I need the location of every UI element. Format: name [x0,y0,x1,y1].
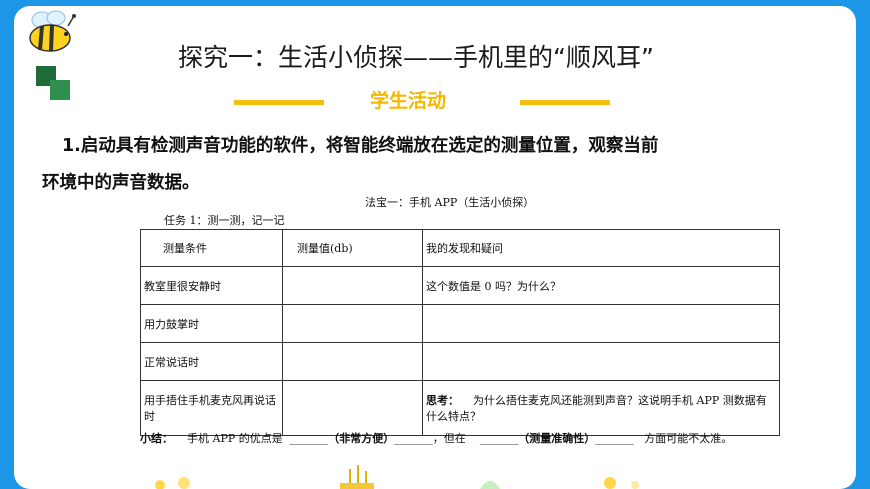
measurement-table: 测量条件 测量值(db) 我的发现和疑问 教室里很安静时 这个数值是 0 吗？为… [140,229,780,436]
cell-condition: 正常说话时 [140,342,283,381]
table-header-row: 测量条件 测量值(db) 我的发现和疑问 [140,229,780,267]
table-row: 用力鼓掌时 [140,304,780,343]
table-row: 用手捂住手机麦克风再说话时 思考： 为什么捂住麦克风还能测到声音？这说明手机 A… [140,380,780,436]
table-row: 教室里很安静时 这个数值是 0 吗？为什么？ [140,266,780,305]
worksheet-heading: 法宝一：手机 APP（生活小侦探） [365,196,535,209]
bee-icon [29,10,76,52]
summary-text: 小结： 手机 APP 的优点是 _______（非常方便）_______，但在 … [140,431,790,447]
cell-condition: 用手捂住手机麦克风再说话时 [140,380,283,436]
cell-condition: 教室里很安静时 [140,266,283,305]
summary-label: 小结： [140,432,173,445]
summary-blank-4[interactable]: _______ [595,432,634,445]
cell-notes: 思考： 为什么捂住麦克风还能测到声音？这说明手机 APP 测数据有什么特点？ [422,380,780,436]
cell-value[interactable] [282,266,423,305]
cell-value[interactable] [282,342,423,381]
subtitle-bar-left [234,100,324,105]
cell-notes [422,342,780,381]
cell-value[interactable] [282,304,423,343]
instruction-line-1: 1.启动具有检测声音功能的软件，将智能终端放在选定的测量位置，观察当前 [62,136,659,156]
instruction-text: 1.启动具有检测声音功能的软件，将智能终端放在选定的测量位置，观察当前 环境中的… [42,128,832,202]
page-title: 探究一：生活小侦探——手机里的“顺风耳” [178,43,654,72]
flower-decoration-icon [155,465,639,489]
task-label: 任务 1：测一测，记一记 [164,214,285,227]
decorative-squares [36,66,70,102]
summary-part-3: 方面可能不太准。 [644,432,733,445]
summary-blank-1[interactable]: _______ [290,432,329,445]
think-question: 为什么捂住麦克风还能测到声音？这说明手机 APP 测数据有什么特点？ [426,394,767,423]
header-notes: 我的发现和疑问 [422,229,780,267]
header-value: 测量值(db) [282,229,423,267]
summary-hint-1: （非常方便） [328,432,395,445]
cell-notes [422,304,780,343]
cell-condition: 用力鼓掌时 [140,304,283,343]
cell-notes: 这个数值是 0 吗？为什么？ [422,266,780,305]
summary-part-1: 手机 APP 的优点是 [187,432,283,445]
subtitle-bar-right [520,100,610,105]
think-label: 思考： [426,394,459,407]
summary-part-2: ，但在 [432,432,466,445]
section-subtitle: 学生活动 [370,90,447,112]
cell-value[interactable] [282,380,423,436]
table-row: 正常说话时 [140,342,780,381]
summary-blank-2[interactable]: _______ [394,432,433,445]
summary-blank-3[interactable]: _______ [480,432,519,445]
header-condition: 测量条件 [140,229,283,267]
summary-hint-2: （测量准确性） [518,432,596,445]
